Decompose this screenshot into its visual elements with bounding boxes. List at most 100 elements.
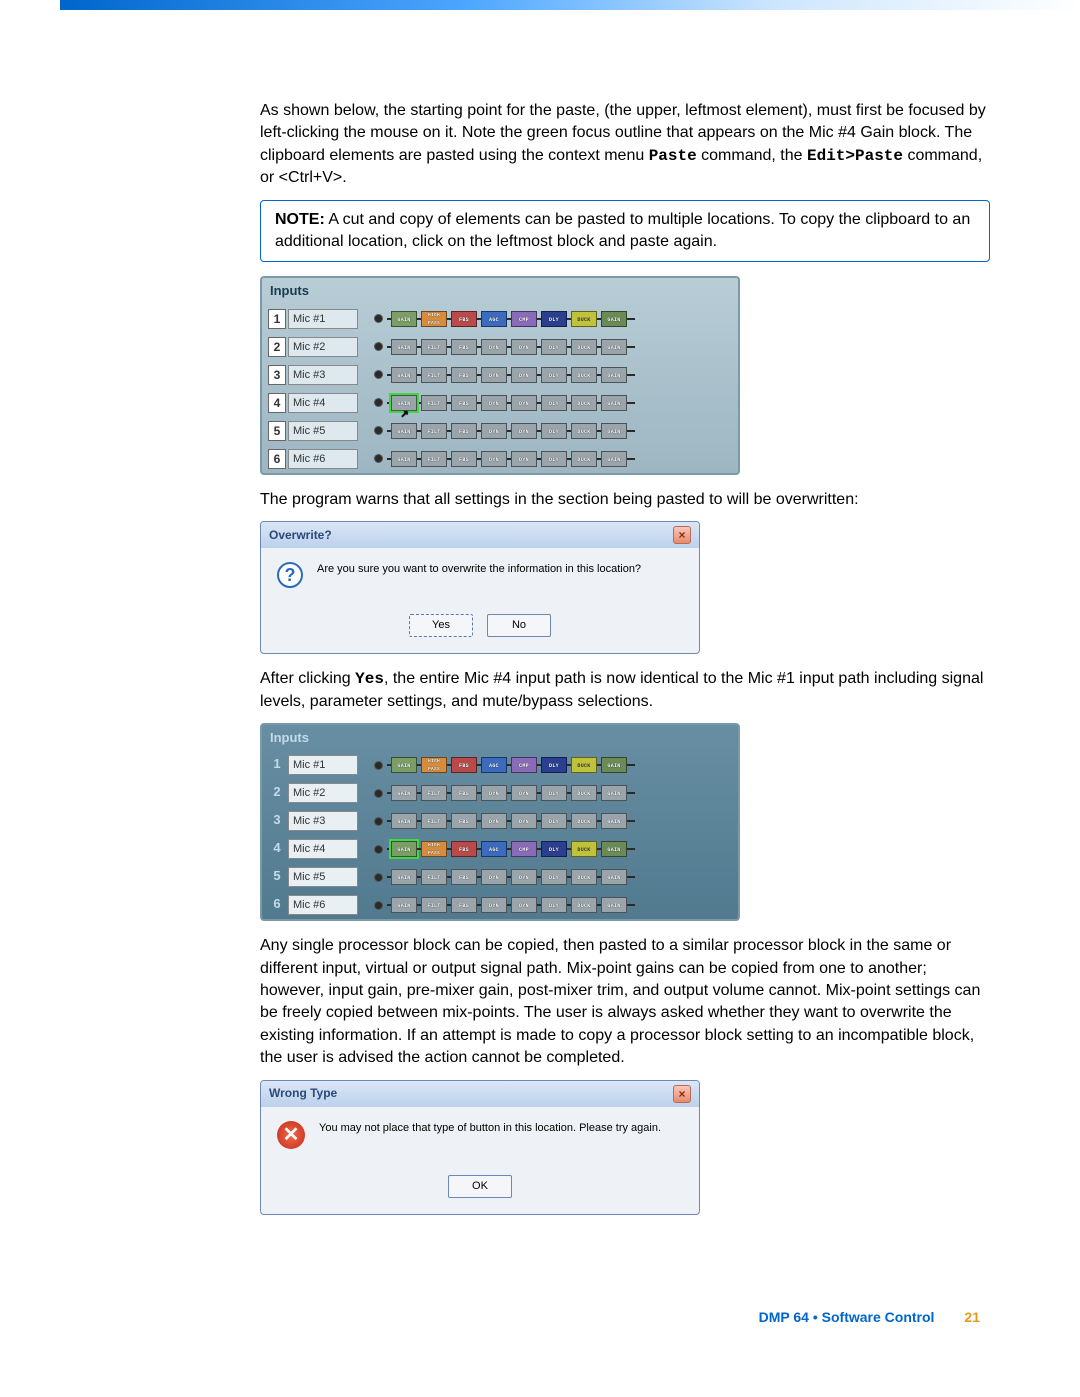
processor-block[interactable]: DYN: [481, 339, 507, 355]
processor-block[interactable]: DYN: [481, 785, 507, 801]
processor-block[interactable]: GAIN: [601, 395, 627, 411]
processor-block[interactable]: GAIN: [391, 339, 417, 355]
processor-block[interactable]: DYN: [511, 785, 537, 801]
processor-block[interactable]: DYN: [511, 897, 537, 913]
processor-block[interactable]: DYN: [481, 423, 507, 439]
processor-block[interactable]: DYN: [481, 395, 507, 411]
processor-block[interactable]: GAIN: [601, 339, 627, 355]
processor-block[interactable]: GAIN: [391, 423, 417, 439]
processor-block[interactable]: DYN: [511, 813, 537, 829]
processor-block[interactable]: DYN: [481, 813, 507, 829]
close-icon[interactable]: ×: [673, 1085, 691, 1103]
processor-block[interactable]: HIGH PASS: [421, 311, 447, 327]
processor-block[interactable]: GAIN: [391, 841, 417, 857]
channel-label[interactable]: Mic #5: [288, 867, 358, 887]
processor-block[interactable]: DLY: [541, 339, 567, 355]
processor-block[interactable]: AGC: [481, 757, 507, 773]
processor-block[interactable]: DLY: [541, 311, 567, 327]
processor-block[interactable]: DUCK: [571, 423, 597, 439]
processor-block[interactable]: FBS: [451, 311, 477, 327]
processor-block[interactable]: DYN: [511, 423, 537, 439]
processor-block[interactable]: DLY: [541, 395, 567, 411]
processor-block[interactable]: GAIN: [391, 395, 417, 411]
processor-block[interactable]: FBS: [451, 395, 477, 411]
processor-block[interactable]: DYN: [511, 869, 537, 885]
channel-label[interactable]: Mic #2: [288, 337, 358, 357]
processor-block[interactable]: GAIN: [601, 757, 627, 773]
processor-block[interactable]: CMP: [511, 841, 537, 857]
channel-label[interactable]: Mic #3: [288, 811, 358, 831]
processor-block[interactable]: FBS: [451, 813, 477, 829]
processor-block[interactable]: GAIN: [601, 311, 627, 327]
ok-button[interactable]: OK: [448, 1175, 512, 1198]
processor-block[interactable]: FILT: [421, 423, 447, 439]
processor-block[interactable]: FBS: [451, 897, 477, 913]
processor-block[interactable]: FBS: [451, 367, 477, 383]
processor-block[interactable]: DUCK: [571, 897, 597, 913]
processor-block[interactable]: DYN: [511, 339, 537, 355]
no-button[interactable]: No: [487, 614, 551, 637]
processor-block[interactable]: FILT: [421, 813, 447, 829]
processor-block[interactable]: DLY: [541, 869, 567, 885]
channel-label[interactable]: Mic #6: [288, 895, 358, 915]
processor-block[interactable]: DYN: [481, 451, 507, 467]
channel-label[interactable]: Mic #6: [288, 449, 358, 469]
processor-block[interactable]: HIGH PASS: [421, 757, 447, 773]
channel-label[interactable]: Mic #5: [288, 421, 358, 441]
processor-block[interactable]: DLY: [541, 367, 567, 383]
processor-block[interactable]: FILT: [421, 339, 447, 355]
processor-block[interactable]: FILT: [421, 451, 447, 467]
processor-block[interactable]: FBS: [451, 757, 477, 773]
processor-block[interactable]: FILT: [421, 785, 447, 801]
processor-block[interactable]: GAIN: [601, 869, 627, 885]
processor-block[interactable]: DUCK: [571, 869, 597, 885]
channel-label[interactable]: Mic #2: [288, 783, 358, 803]
processor-block[interactable]: FBS: [451, 869, 477, 885]
processor-block[interactable]: DLY: [541, 897, 567, 913]
processor-block[interactable]: HIGH PASS: [421, 841, 447, 857]
processor-block[interactable]: FILT: [421, 395, 447, 411]
channel-label[interactable]: Mic #1: [288, 309, 358, 329]
processor-block[interactable]: FBS: [451, 841, 477, 857]
processor-block[interactable]: GAIN: [391, 757, 417, 773]
processor-block[interactable]: GAIN: [601, 451, 627, 467]
processor-block[interactable]: GAIN: [601, 897, 627, 913]
processor-block[interactable]: GAIN: [391, 869, 417, 885]
processor-block[interactable]: FILT: [421, 869, 447, 885]
processor-block[interactable]: DUCK: [571, 757, 597, 773]
processor-block[interactable]: DUCK: [571, 311, 597, 327]
processor-block[interactable]: GAIN: [391, 897, 417, 913]
processor-block[interactable]: GAIN: [601, 841, 627, 857]
processor-block[interactable]: DUCK: [571, 785, 597, 801]
processor-block[interactable]: DUCK: [571, 339, 597, 355]
processor-block[interactable]: FBS: [451, 451, 477, 467]
processor-block[interactable]: GAIN: [391, 311, 417, 327]
processor-block[interactable]: FILT: [421, 897, 447, 913]
processor-block[interactable]: AGC: [481, 311, 507, 327]
processor-block[interactable]: FILT: [421, 367, 447, 383]
channel-label[interactable]: Mic #3: [288, 365, 358, 385]
processor-block[interactable]: DLY: [541, 423, 567, 439]
close-icon[interactable]: ×: [673, 526, 691, 544]
processor-block[interactable]: DLY: [541, 813, 567, 829]
processor-block[interactable]: DYN: [481, 897, 507, 913]
processor-block[interactable]: GAIN: [391, 813, 417, 829]
processor-block[interactable]: GAIN: [391, 785, 417, 801]
processor-block[interactable]: GAIN: [601, 423, 627, 439]
processor-block[interactable]: DYN: [511, 451, 537, 467]
processor-block[interactable]: DLY: [541, 451, 567, 467]
processor-block[interactable]: GAIN: [601, 367, 627, 383]
processor-block[interactable]: AGC: [481, 841, 507, 857]
processor-block[interactable]: GAIN: [391, 451, 417, 467]
processor-block[interactable]: DUCK: [571, 813, 597, 829]
channel-label[interactable]: Mic #4: [288, 393, 358, 413]
processor-block[interactable]: DLY: [541, 841, 567, 857]
processor-block[interactable]: DYN: [511, 367, 537, 383]
processor-block[interactable]: FBS: [451, 423, 477, 439]
processor-block[interactable]: DLY: [541, 757, 567, 773]
processor-block[interactable]: GAIN: [601, 813, 627, 829]
processor-block[interactable]: CMP: [511, 311, 537, 327]
processor-block[interactable]: CMP: [511, 757, 537, 773]
processor-block[interactable]: GAIN: [391, 367, 417, 383]
channel-label[interactable]: Mic #4: [288, 839, 358, 859]
